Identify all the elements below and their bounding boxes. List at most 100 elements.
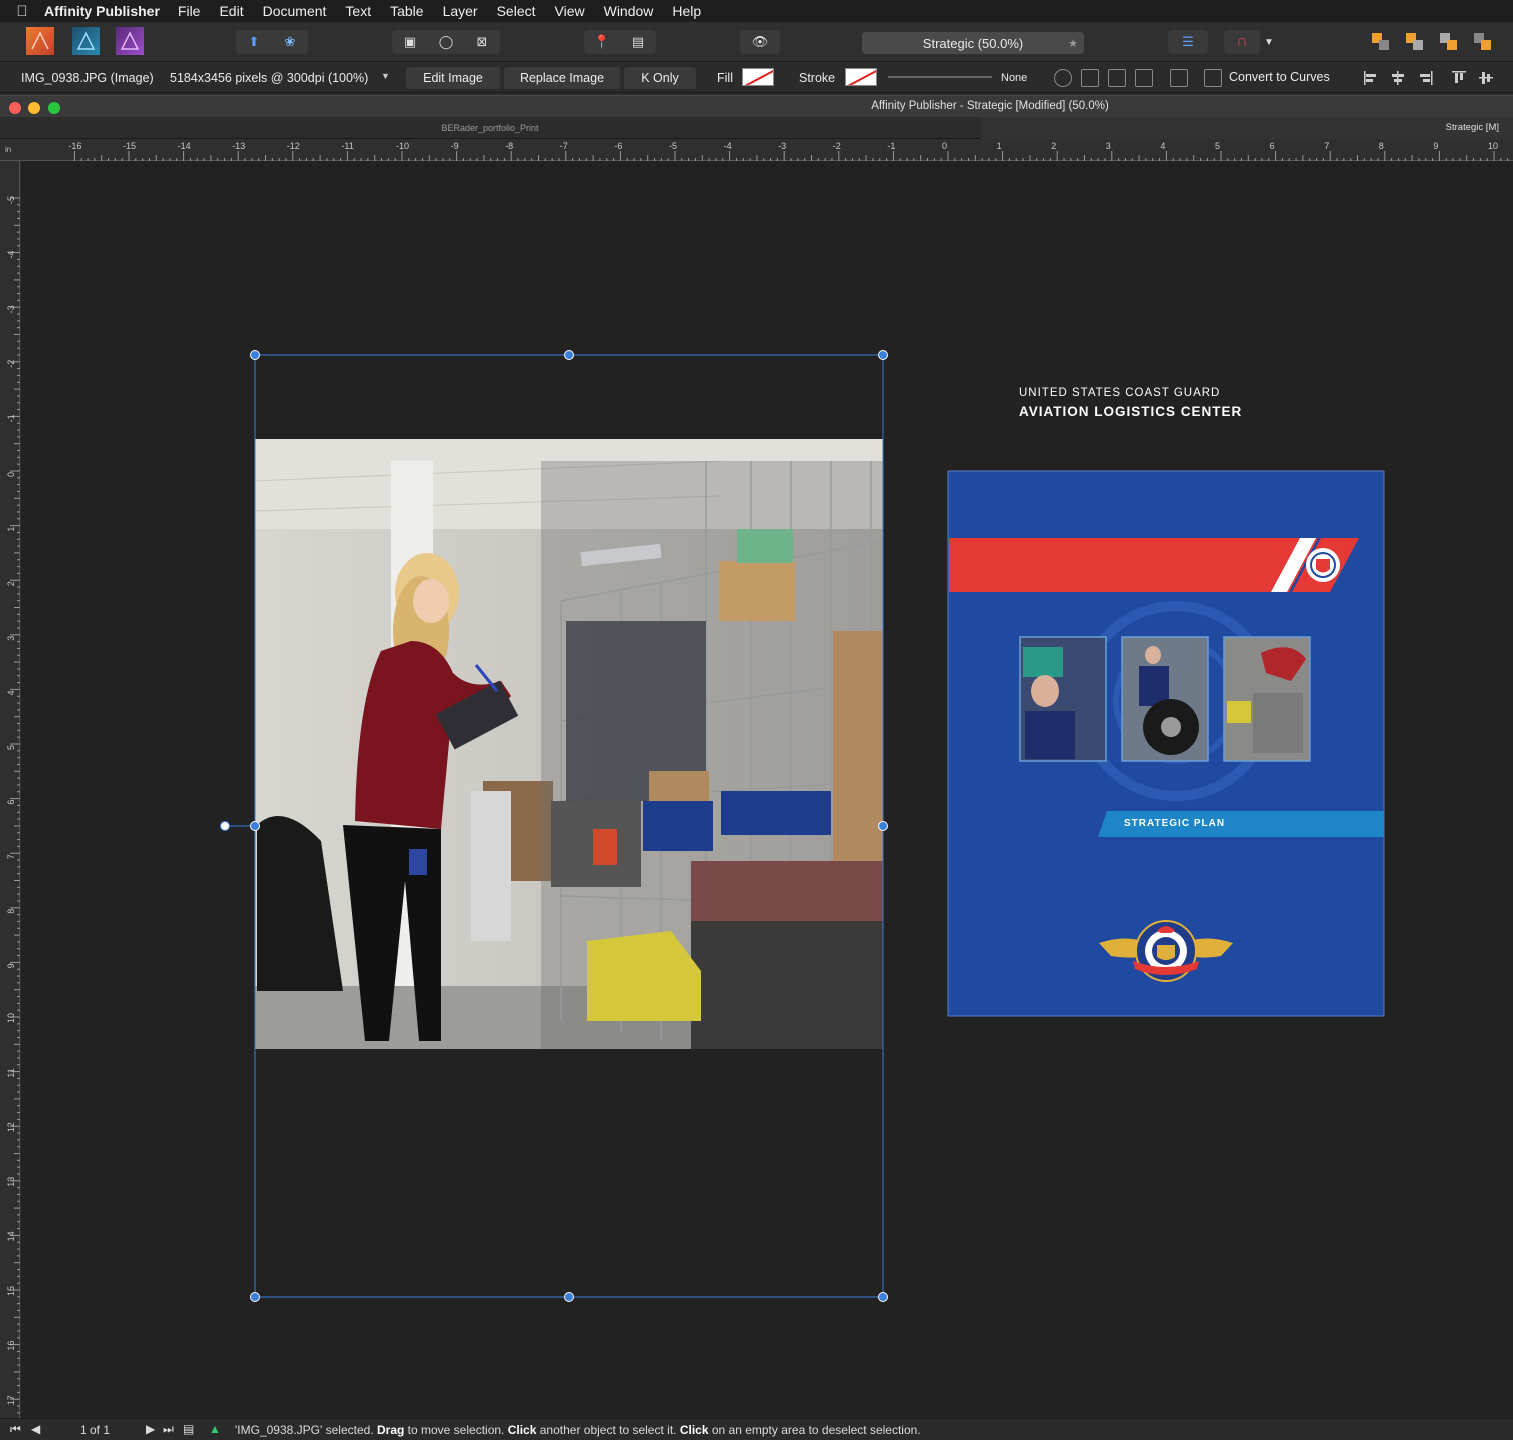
snapping-dropdown-icon[interactable]: ▼ [1262,30,1276,54]
menu-document[interactable]: Document [263,3,327,19]
menu-help[interactable]: Help [672,3,701,19]
menu-layer[interactable]: Layer [443,3,478,19]
align-center-icon[interactable] [1389,69,1407,87]
align-left-icon[interactable] [1362,69,1380,87]
publisher-persona-icon[interactable] [26,27,54,55]
menu-view[interactable]: View [555,3,585,19]
stroke-width-slider[interactable] [888,76,992,78]
ruler-label: -3 [6,305,16,313]
fit-frame-icon[interactable] [1108,69,1126,87]
first-page-icon[interactable]: ⏮ [10,1422,21,1437]
app-menu[interactable]: Affinity Publisher [44,3,160,19]
fill-swatch[interactable] [742,68,774,86]
menu-window[interactable]: Window [604,3,654,19]
flower-icon[interactable]: ❀ [281,33,299,51]
canvas[interactable]: UNITED STATES COAST GUARD AVIATION LOGIS… [21,161,1513,1418]
tab-portfolio[interactable]: BERader_portfolio_Print [0,117,980,139]
previous-page-icon[interactable]: ◀ [31,1422,40,1436]
move-to-front-icon[interactable] [1472,31,1494,53]
apple-menu-icon[interactable]:  [0,3,44,20]
star-icon[interactable]: ★ [1068,37,1078,50]
last-page-icon[interactable]: ⏭ [163,1422,174,1437]
transform-icon[interactable] [1170,69,1188,87]
document-title: Affinity Publisher - Strategic [Modified… [871,100,1109,112]
ruler-label: 10 [1488,141,1498,151]
preflight-icon[interactable]: ▲ [209,1422,221,1436]
ruler-label: -4 [6,251,16,259]
image-info-dropdown-icon[interactable]: ▼ [381,71,390,81]
ruler-label: -2 [6,360,16,368]
ruler-label: -4 [724,141,732,151]
resize-handle-right[interactable] [878,821,888,831]
next-page-icon[interactable]: ▶ [146,1422,155,1436]
document-selector[interactable]: Strategic (50.0%) ★ [862,32,1084,54]
ruler-label: 8 [6,909,16,914]
ruler-label: 13 [6,1177,16,1187]
align-right-icon[interactable] [1416,69,1434,87]
designer-persona-icon[interactable] [72,27,100,55]
ruler-label: -11 [341,141,353,151]
toolbar: ⬆ ❀ ▣ ◯ ⊠ 📍 ▤ 👁 Strategic (50.0%) ★ ☰ ∩ … [0,22,1513,62]
clip-view-icon[interactable]: ⊠ [473,33,491,51]
placed-photo[interactable] [254,439,884,1049]
cover-photo-2 [1121,636,1209,762]
eye-icon[interactable]: 👁 [751,33,769,51]
convert-to-curves-button[interactable]: Convert to Curves [1229,70,1330,84]
resize-handle-top[interactable] [564,350,574,360]
align-middle-icon[interactable] [1477,69,1495,87]
ruler-label: -16 [68,141,81,151]
pin-icon[interactable]: 📍 [593,33,611,51]
normal-view-icon[interactable]: ▣ [401,33,419,51]
tab-strategic[interactable]: Strategic [M] [981,117,1513,139]
move-back-one-icon[interactable] [1404,31,1426,53]
ruler-label: -8 [505,141,513,151]
upload-icon[interactable]: ⬆ [245,33,263,51]
page-indicator[interactable]: 1 of 1 [80,1423,110,1437]
resize-handle-bottom[interactable] [564,1292,574,1302]
horizontal-ruler[interactable]: -16 -15 -14 -13 -12 -11 -10 -9 -8 -7 -6 -5 -4 -3 -2 -1 0… [0,139,1513,161]
edit-image-button[interactable]: Edit Image [406,67,500,89]
stroke-swatch[interactable] [845,68,877,86]
cover-page[interactable] [947,470,1385,1017]
replace-image-button[interactable]: Replace Image [504,67,620,89]
pages-icon[interactable]: ▤ [183,1422,194,1436]
stroke-width-value: None [1001,72,1028,84]
ruler-label: -3 [778,141,786,151]
anchor-icon[interactable] [1054,69,1072,87]
image-info[interactable]: 5184x3456 pixels @ 300dpi (100%) [170,71,368,85]
resize-icon[interactable] [1135,69,1153,87]
snapping-magnet-icon[interactable]: ∩ [1224,30,1260,54]
bleed-view-icon[interactable]: ◯ [437,33,455,51]
resize-handle-top-left[interactable] [250,350,260,360]
resize-handle-top-right[interactable] [878,350,888,360]
menu-table[interactable]: Table [390,3,423,19]
ruler-label: 9 [1433,141,1438,151]
resize-handle-bottom-left[interactable] [250,1292,260,1302]
resize-handle-bottom-right[interactable] [878,1292,888,1302]
menu-file[interactable]: File [178,3,201,19]
preview-icon[interactable] [1081,69,1099,87]
ruler-label: 1 [6,527,16,532]
move-to-back-icon[interactable] [1370,31,1392,53]
preflight-tools: 👁 [740,30,780,54]
context-toolbar: IMG_0938.JPG (Image) 5184x3456 pixels @ … [0,63,1513,93]
text-wrap-icon[interactable]: ▤ [629,33,647,51]
ruler-label: -1 [6,414,16,422]
vertical-ruler[interactable]: -5 -4 -3 -2 -1 0 1 2 3 4 5 6 7 8 9 10 11 12 13 14 15 16 17 [0,161,20,1418]
baseline-grid-icon[interactable]: ☰ [1179,33,1197,51]
align-top-icon[interactable] [1450,69,1468,87]
cover-photo-1 [1019,636,1107,762]
move-forward-one-icon[interactable] [1438,31,1460,53]
photo-persona-icon[interactable] [116,27,144,55]
menu-select[interactable]: Select [497,3,536,19]
status-message-part: on an empty area to deselect selection. [708,1423,921,1437]
rotation-handle[interactable] [220,821,230,831]
ruler-label: 6 [1270,141,1275,151]
ruler-label: -13 [232,141,245,151]
menu-edit[interactable]: Edit [219,3,243,19]
resize-handle-left[interactable] [250,821,260,831]
convert-to-curves-icon[interactable] [1204,69,1222,87]
menu-text[interactable]: Text [345,3,371,19]
pin-tools: 📍 ▤ [584,30,656,54]
k-only-button[interactable]: K Only [624,67,696,89]
